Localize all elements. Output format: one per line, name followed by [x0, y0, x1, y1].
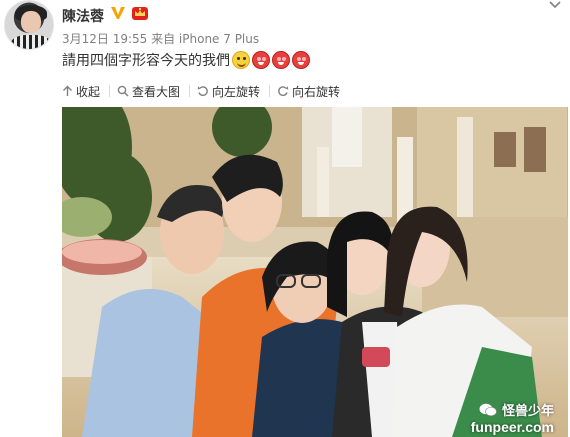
post-text-content: 請用四個字形容今天的我們: [62, 53, 230, 69]
post-meta: 3月12日 19:55 来自 iPhone 7 Plus: [62, 32, 260, 46]
username-link[interactable]: 陳法蓉: [62, 6, 104, 26]
watermark-brand: 怪兽少年: [471, 400, 554, 419]
arrow-up-icon: [63, 85, 72, 96]
avatar-face: [21, 11, 41, 33]
group-photo-illustration: [62, 107, 568, 437]
collapse-label: 收起: [76, 84, 101, 99]
user-avatar[interactable]: [4, 0, 54, 50]
rotate-right-icon: [278, 86, 289, 97]
view-large-label: 查看大图: [132, 84, 181, 99]
post-photo[interactable]: 怪兽少年 funpeer.com: [62, 107, 568, 437]
heart-eyes-emoji-icon: [252, 51, 270, 69]
member-crown-icon[interactable]: [131, 5, 149, 21]
image-toolbar: 收起 查看大图 向左旋转 向右旋转: [62, 82, 344, 100]
rotate-right-label: 向右旋转: [292, 84, 341, 99]
watermark: 怪兽少年 funpeer.com: [471, 400, 554, 435]
toolbar-divider: [189, 85, 191, 97]
collapse-button[interactable]: 收起: [62, 83, 104, 100]
heart-eyes-emoji-icon: [272, 51, 290, 69]
view-large-button[interactable]: 查看大图: [117, 83, 184, 100]
wechat-icon: [479, 403, 497, 416]
rotate-left-icon: [197, 86, 208, 97]
post-text: 請用四個字形容今天的我們: [62, 50, 310, 70]
watermark-site: funpeer.com: [470, 419, 554, 435]
chevron-down-icon[interactable]: [548, 0, 562, 10]
rotate-right-button[interactable]: 向右旋转: [277, 83, 344, 100]
heart-eyes-emoji-icon: [292, 51, 310, 69]
toolbar-divider: [269, 85, 271, 97]
verified-v-icon[interactable]: [110, 5, 126, 21]
smile-emoji-icon: [232, 51, 250, 69]
rotate-left-label: 向左旋转: [212, 84, 261, 99]
toolbar-divider: [109, 85, 111, 97]
watermark-brand-text: 怪兽少年: [501, 403, 554, 418]
rotate-left-button[interactable]: 向左旋转: [197, 83, 264, 100]
search-icon: [117, 85, 129, 97]
avatar-shirt: [11, 35, 51, 49]
